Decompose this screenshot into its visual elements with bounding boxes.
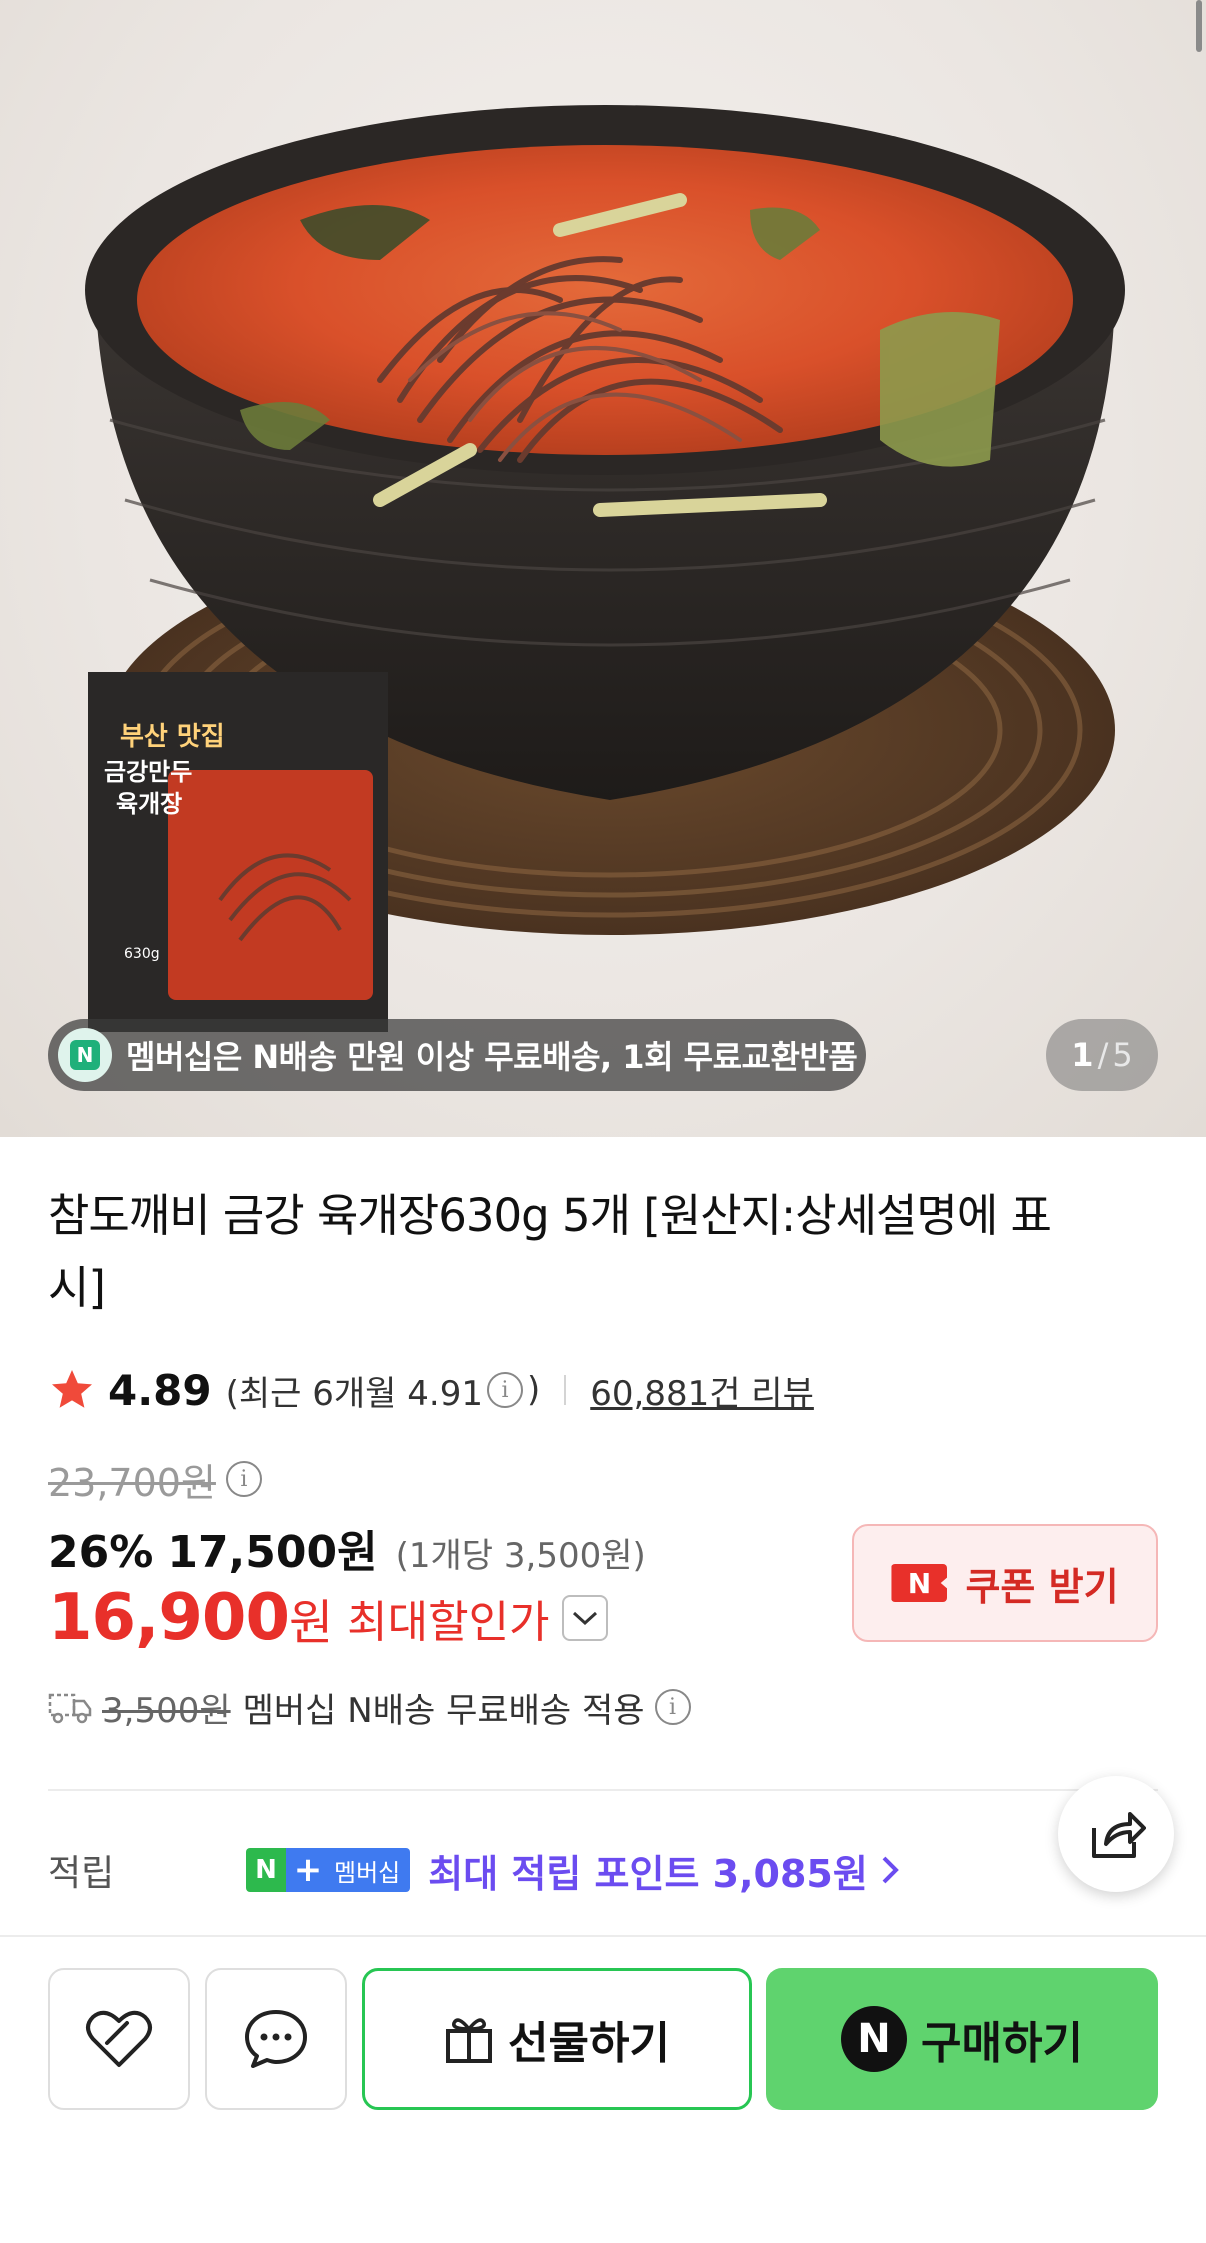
naver-pay-icon: N (841, 2006, 908, 2072)
membership-badge: N + 멤버십 (246, 1848, 411, 1892)
coupon-icon: N (891, 1564, 948, 1602)
original-price-row: 23,700원 i (48, 1454, 266, 1505)
shipping-row: 3,500원 멤버십 N배송 무료배송 적용 i (48, 1682, 695, 1732)
like-button[interactable] (48, 1968, 190, 2110)
shipping-info-icon[interactable]: i (654, 1689, 691, 1725)
image-counter: 1 / 5 (1046, 1019, 1158, 1091)
chevron-down-icon[interactable] (561, 1595, 608, 1641)
chevron-right-icon (882, 1856, 899, 1884)
buy-label: 구매하기 (921, 2018, 1083, 2069)
sale-price-row: 26% 17,500원 (1개당 3,500원) (48, 1516, 646, 1578)
points-label: 적립 (48, 1853, 115, 1894)
buy-button[interactable]: N 구매하기 (766, 1968, 1158, 2110)
product-image[interactable]: 부산 맛집 금강만두 육개장 630g N 멤버십은 N배송 만원 이상 무료배… (0, 0, 1206, 1137)
per-unit-price: (1개당 3,500원) (395, 1536, 646, 1576)
coupon-button[interactable]: N 쿠폰 받기 (852, 1524, 1158, 1642)
coupon-label: 쿠폰 받기 (965, 1564, 1119, 1609)
max-discount-label: 최대할인가 (347, 1597, 550, 1648)
section-divider (48, 1789, 1158, 1791)
share-icon (1092, 1812, 1146, 1858)
svg-text:육개장: 육개장 (116, 790, 182, 818)
points-text: 최대 적립 포인트 3,085원 (428, 1851, 868, 1896)
rating-row: 4.89 (최근 6개월 4.91 i ) 60,881건 리뷰 (48, 1360, 814, 1420)
image-counter-current: 1 (1071, 1036, 1094, 1074)
image-counter-total: 5 (1112, 1036, 1133, 1074)
heart-icon (86, 2010, 152, 2067)
bottom-divider (0, 1935, 1206, 1937)
original-price: 23,700원 (48, 1460, 216, 1505)
gift-label: 선물하기 (508, 2018, 670, 2069)
shipping-original-fee: 3,500원 (102, 1690, 231, 1731)
membership-text: 멤버십은 N배송 만원 이상 무료배송, 1회 무료교환반품 (126, 1038, 858, 1076)
price-info-icon[interactable]: i (225, 1461, 262, 1497)
svg-text:630g: 630g (124, 946, 160, 962)
image-counter-separator: / (1097, 1036, 1109, 1074)
membership-banner[interactable]: N 멤버십은 N배송 만원 이상 무료배송, 1회 무료교환반품 (48, 1019, 866, 1091)
gift-icon (446, 2018, 493, 2063)
bottom-action-bar: 선물하기 N 구매하기 (0, 1968, 1206, 2112)
share-button[interactable] (1058, 1776, 1174, 1892)
max-discount-price: 16,900 (48, 1581, 290, 1655)
divider (564, 1375, 567, 1405)
product-title: 참도깨비 금강 육개장630g 5개 [원산지:상세설명에 표시] (48, 1189, 1052, 1314)
recent-rating: (최근 6개월 4.91 i ) (225, 1370, 541, 1414)
svg-text:금강만두: 금강만두 (104, 758, 192, 786)
n-delivery-icon: N (58, 1028, 112, 1082)
truck-icon (48, 1693, 92, 1724)
chat-icon (245, 2010, 307, 2068)
gift-button[interactable]: 선물하기 (362, 1968, 752, 2110)
discount-rate: 26% (48, 1527, 154, 1578)
sale-price: 17,500원 (167, 1527, 378, 1578)
yukgaejang-photo: 부산 맛집 금강만두 육개장 630g (85, 105, 1125, 1032)
rating-score: 4.89 (108, 1365, 212, 1415)
shipping-text: 멤버십 N배송 무료배송 적용 (242, 1690, 645, 1731)
scrollbar[interactable] (1196, 0, 1202, 52)
chat-button[interactable] (205, 1968, 347, 2110)
max-discount-won: 원 (288, 1595, 334, 1651)
points-row[interactable]: 적립 N + 멤버십 최대 적립 포인트 3,085원 (48, 1840, 902, 1900)
star-icon (52, 1370, 92, 1408)
max-discount-row[interactable]: 16,900 원 최대할인가 (48, 1580, 608, 1656)
review-link[interactable]: 60,881건 리뷰 (590, 1366, 814, 1415)
package-label: 부산 맛집 (120, 722, 225, 752)
info-icon[interactable]: i (486, 1372, 523, 1408)
